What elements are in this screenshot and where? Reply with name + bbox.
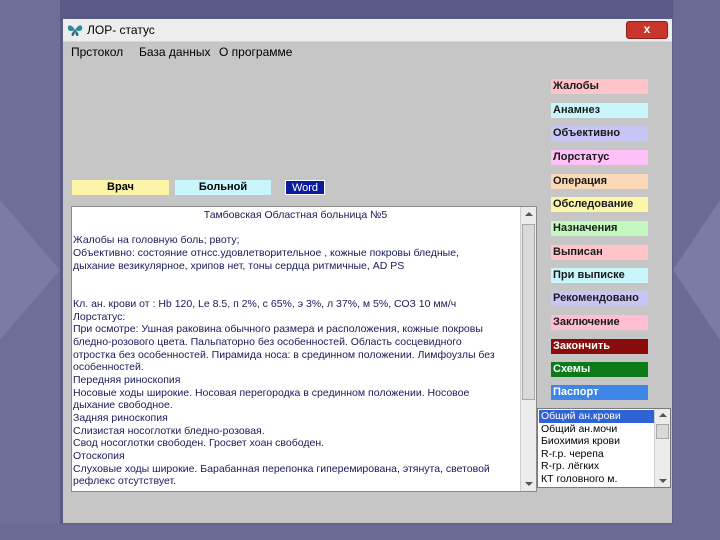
analysis-listbox[interactable]: Общий ан.крови Общий ан.мочи Биохимия кров… <box>537 408 671 488</box>
section-button[interactable]: Анамнез <box>551 103 648 118</box>
document-line: рефлекс отсутствует. <box>73 475 177 488</box>
menu-protocol[interactable]: Прстокол <box>71 45 123 59</box>
section-button[interactable]: Объективно <box>551 126 648 141</box>
analysis-list-item[interactable]: R-гр. лёгких <box>539 460 656 473</box>
analysis-list-item[interactable]: КТ головного м. <box>539 473 656 486</box>
section-button[interactable]: Назначения <box>551 221 648 236</box>
patient-field[interactable]: Больной <box>175 180 271 195</box>
document-line: Лорстатус: <box>73 310 126 323</box>
document-scrollbar[interactable] <box>520 207 536 491</box>
document-header: Тамбовская Областная больница №5 <box>203 209 388 221</box>
section-button[interactable]: Паспорт <box>551 385 648 400</box>
scroll-up-icon[interactable] <box>525 212 533 216</box>
analysis-list-item[interactable]: Общий ан.крови <box>539 410 656 423</box>
menu-bar: Прстокол База данных О программе <box>63 42 672 62</box>
document-line: отростка без особенностей. Пирамида носа… <box>73 348 495 361</box>
section-button[interactable]: Закончить <box>551 339 648 354</box>
menu-about[interactable]: О программе <box>219 45 292 59</box>
document-line: бледно-розового цвета. Пальпаторно без о… <box>73 335 462 348</box>
document-line: Свод носоглотки свободен. Гросвет хоан с… <box>73 437 325 450</box>
scroll-down-icon[interactable] <box>659 479 667 483</box>
word-export-button[interactable]: Word <box>285 180 325 195</box>
document-line: Жалобы на головную боль; рвоту; <box>73 234 240 247</box>
document-line: Задняя риноскопия <box>73 412 168 424</box>
scroll-thumb[interactable] <box>522 224 535 400</box>
document-line: особенностей. <box>73 361 144 374</box>
section-button[interactable]: Лорстатус <box>551 150 648 165</box>
analysis-list-item[interactable]: R-г.р. черепа <box>539 448 656 461</box>
document-line: Кл. ан. крови от : Hb 120, Le 8.5, п 2%,… <box>73 297 457 310</box>
section-button[interactable]: Операция <box>551 174 648 189</box>
section-button[interactable]: Жалобы <box>551 79 648 94</box>
butterfly-icon <box>67 25 83 36</box>
window-title: ЛОР- статус <box>87 23 155 37</box>
document-line: дыхание везикулярное, хрипов нет, тоны с… <box>73 259 405 272</box>
section-button[interactable]: Обследование <box>551 197 648 212</box>
document-line: дыхание свободное. <box>73 399 173 412</box>
document-line: Слуховые ходы широкие. Барабанная перепо… <box>73 462 490 475</box>
document-text[interactable]: Тамбовская Областная больница №5 Жалобы н… <box>73 209 518 488</box>
listbox-scrollbar[interactable] <box>654 409 670 487</box>
analysis-list-item[interactable]: Биохимия крови <box>539 435 656 448</box>
section-button[interactable]: Рекомендовано <box>551 291 648 306</box>
document-line: При осмотре: Ушная раковина обычного раз… <box>73 323 483 336</box>
app-window: ЛОР- статус x Прстокол База данных О про… <box>62 18 673 524</box>
document-line: Отоскопия <box>73 450 125 463</box>
section-button[interactable]: Выписан <box>551 245 648 260</box>
document-line: Объективно: состояние отнсс.удовлетворит… <box>73 247 459 260</box>
doctor-field[interactable]: Врач <box>72 180 169 195</box>
scroll-thumb[interactable] <box>656 424 669 439</box>
menu-database[interactable]: База данных <box>139 45 210 59</box>
document-line: Слизистая носоглотки бледно-розовая. <box>73 424 265 437</box>
protocol-document[interactable]: Тамбовская Областная больница №5 Жалобы н… <box>71 206 537 492</box>
close-button[interactable]: x <box>626 21 668 39</box>
section-button[interactable]: При выписке <box>551 268 648 283</box>
scroll-down-icon[interactable] <box>525 482 533 486</box>
document-line: Носовые ходы широкие. Носовая перегородк… <box>73 386 470 399</box>
scroll-up-icon[interactable] <box>659 413 667 417</box>
document-line: Передняя риноскопия <box>73 373 181 386</box>
analysis-list-item[interactable]: Общий ан.мочи <box>539 423 656 436</box>
title-bar[interactable]: ЛОР- статус x <box>63 19 672 42</box>
section-button[interactable]: Заключение <box>551 315 648 330</box>
section-button[interactable]: Схемы <box>551 362 648 377</box>
